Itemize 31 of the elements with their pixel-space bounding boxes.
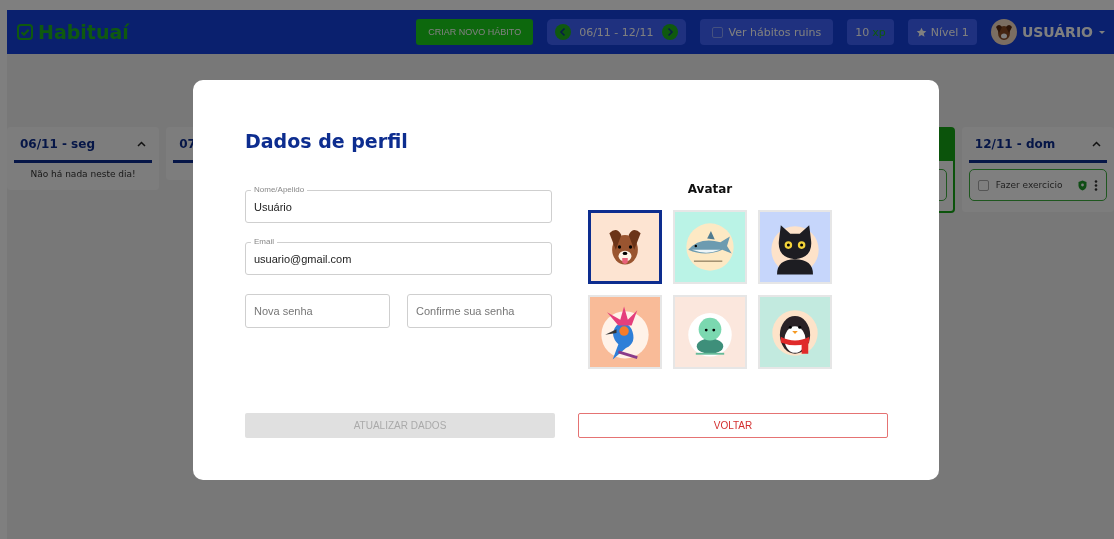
checkbox[interactable] (711, 26, 723, 38)
chevron-up-icon[interactable] (1092, 141, 1101, 147)
week-range: 06/11 - 12/11 (579, 25, 654, 39)
input-field[interactable]: Confirme sua senha (407, 294, 552, 328)
app-logo: Habituaí (38, 21, 129, 43)
user-name[interactable]: USUÁRIO (1021, 24, 1093, 40)
input-field[interactable]: Nova senha (245, 294, 390, 328)
empty-day-message: Não há nada neste dia! (29, 169, 137, 179)
day-title: 06/11 - seg (20, 137, 95, 151)
shield-icon (1078, 179, 1087, 191)
chevron-up-icon[interactable] (137, 141, 147, 147)
dialog-title: Dados de perfil (245, 130, 409, 152)
day-title: 12/11 - dom (974, 137, 1056, 151)
bad-habits-label: Ver hábitos ruins (728, 25, 822, 39)
habit-label: Fazer exercicio (995, 180, 1064, 190)
field-label: Nome/Apelido (251, 185, 308, 194)
checkbox[interactable] (977, 179, 989, 191)
bad-habits-toggle[interactable]: Ver hábitos ruins (699, 19, 834, 45)
caret-icon[interactable] (1098, 28, 1106, 36)
dog-avatar-icon[interactable] (990, 19, 1017, 45)
back-button[interactable]: VOLTAR (578, 413, 888, 438)
star-icon (915, 26, 927, 38)
avatar-heading: Avatar (687, 182, 733, 196)
avatar-option[interactable] (588, 210, 662, 284)
xp-value: 10 (855, 25, 870, 39)
level-label: Nível 1 (930, 25, 969, 39)
xp-unit: xp (872, 25, 886, 39)
habit-card[interactable]: Fazer exercicio (968, 169, 1107, 201)
kebab-menu-icon[interactable] (1094, 179, 1098, 191)
field-label: Email (251, 237, 277, 246)
checkbox-logo-icon (17, 24, 33, 40)
